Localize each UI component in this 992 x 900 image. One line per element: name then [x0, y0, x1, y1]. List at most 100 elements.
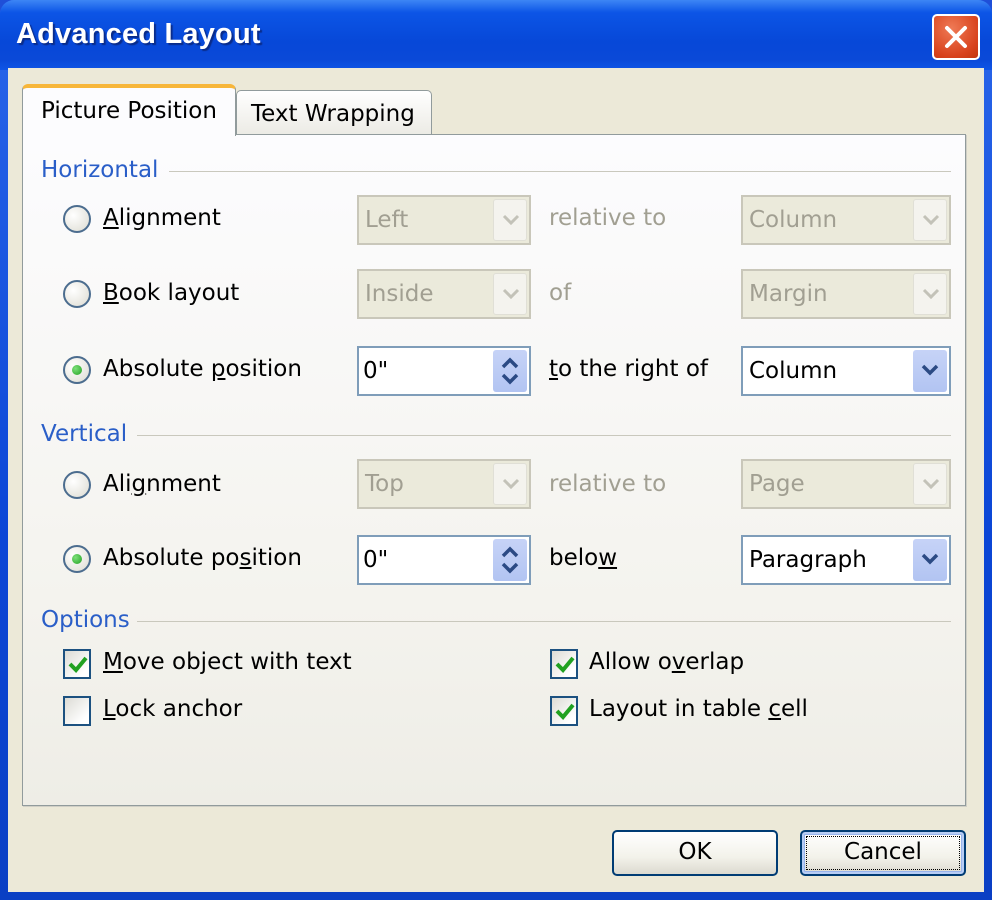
chevron-down-icon — [502, 214, 520, 226]
horizontal-alignment-connector: relative to — [549, 205, 667, 231]
book-layout-label[interactable]: Book layout — [103, 280, 239, 306]
horizontal-alignment-select[interactable]: Left — [357, 195, 531, 245]
select-value: Margin — [749, 281, 828, 307]
spinner-value: 0" — [363, 358, 389, 384]
vertical-alignment-select[interactable]: Top — [357, 459, 531, 509]
label-rest: ition — [251, 545, 302, 571]
mnemonic: p — [210, 356, 226, 382]
vertical-absolute-position-radio[interactable] — [63, 545, 91, 573]
dropdown-button[interactable] — [913, 463, 947, 505]
allow-overlap-checkbox[interactable] — [550, 649, 578, 679]
horizontal-absolute-position-label[interactable]: Absolute position — [103, 356, 302, 382]
vertical-absolute-position-label[interactable]: Absolute position — [103, 545, 302, 571]
horizontal-alignment-relative-select[interactable]: Column — [741, 195, 951, 245]
close-button[interactable] — [932, 14, 980, 60]
tab-picture-position[interactable]: Picture Position — [22, 84, 236, 136]
focus-rect — [806, 836, 960, 870]
select-value: Page — [749, 471, 805, 497]
book-layout-connector: of — [549, 280, 572, 306]
select-value: Column — [749, 358, 838, 384]
dropdown-button[interactable] — [493, 463, 527, 505]
cancel-button[interactable]: Cancel — [800, 830, 966, 876]
vertical-divider — [137, 435, 951, 436]
vertical-alignment-label[interactable]: Alignment — [103, 471, 221, 497]
label-rest: o the right of — [558, 356, 708, 382]
tab-text-wrapping[interactable]: Text Wrapping — [236, 90, 432, 134]
mnemonic: L — [103, 696, 116, 722]
dropdown-button[interactable] — [913, 199, 947, 241]
chevron-down-icon — [502, 478, 520, 490]
move-object-with-text-label[interactable]: Move object with text — [103, 649, 352, 675]
vertical-group-label: Vertical — [41, 421, 128, 447]
chevron-down-icon — [921, 553, 939, 565]
spinner-value: 0" — [363, 547, 389, 573]
up-down-arrows-icon — [501, 357, 519, 385]
select-value: Top — [365, 471, 404, 497]
checkmark-icon — [555, 656, 575, 673]
horizontal-divider — [169, 171, 951, 172]
spinner-buttons[interactable] — [493, 539, 527, 581]
vertical-below-select[interactable]: Paragraph — [741, 535, 951, 585]
mnemonic: t — [549, 356, 559, 382]
mnemonic: B — [103, 280, 119, 306]
vertical-alignment-relative-select[interactable]: Page — [741, 459, 951, 509]
horizontal-group-label: Horizontal — [41, 157, 159, 183]
horizontal-to-right-of-select[interactable]: Column — [741, 346, 951, 396]
dropdown-button[interactable] — [913, 273, 947, 315]
chevron-down-icon — [922, 214, 940, 226]
spinner-buttons[interactable] — [493, 350, 527, 392]
label-rest: ove object with text — [122, 649, 352, 675]
horizontal-alignment-radio[interactable] — [63, 205, 91, 233]
options-group-label: Options — [41, 607, 130, 633]
select-value: Column — [749, 207, 838, 233]
mnemonic: A — [103, 205, 119, 231]
move-object-with-text-checkbox[interactable] — [63, 649, 91, 679]
mnemonic: w — [598, 545, 618, 571]
select-value: Inside — [365, 281, 434, 307]
book-layout-radio[interactable] — [63, 280, 91, 308]
layout-in-table-cell-label[interactable]: Layout in table cell — [589, 696, 808, 722]
mnemonic: s — [239, 545, 252, 571]
book-layout-of-select[interactable]: Margin — [741, 269, 951, 319]
mnemonic: M — [103, 649, 123, 675]
label-pre: Ali — [103, 471, 132, 497]
vertical-alignment-radio[interactable] — [63, 471, 91, 499]
horizontal-position-spinner[interactable]: 0" — [357, 346, 531, 396]
label-rest: ell — [781, 696, 808, 722]
label-rest: nment — [146, 471, 221, 497]
horizontal-absolute-position-radio[interactable] — [63, 356, 91, 384]
title-bar[interactable]: Advanced Layout — [0, 0, 992, 70]
options-divider — [137, 621, 951, 622]
up-down-arrows-icon — [501, 546, 519, 574]
vertical-alignment-connector: relative to — [549, 471, 667, 497]
horizontal-absolute-connector: to the right of — [549, 356, 708, 382]
lock-anchor-checkbox[interactable] — [63, 696, 91, 726]
chevron-down-icon — [921, 364, 939, 376]
dropdown-button[interactable] — [913, 350, 947, 392]
label-pre: Allow o — [589, 649, 672, 675]
book-layout-select[interactable]: Inside — [357, 269, 531, 319]
vertical-position-spinner[interactable]: 0" — [357, 535, 531, 585]
checkmark-icon — [555, 703, 575, 720]
mnemonic: c — [768, 696, 781, 722]
dropdown-button[interactable] — [493, 199, 527, 241]
chevron-down-icon — [922, 478, 940, 490]
label-rest: osition — [225, 356, 302, 382]
tab-panel-picture-position: Horizontal Alignment Left relative to Co… — [22, 134, 966, 806]
vertical-absolute-connector: below — [549, 545, 617, 571]
lock-anchor-label[interactable]: Lock anchor — [103, 696, 242, 722]
dropdown-button[interactable] — [913, 539, 947, 581]
dropdown-button[interactable] — [493, 273, 527, 315]
chevron-down-icon — [922, 288, 940, 300]
label-rest: erlap — [685, 649, 745, 675]
label-rest: ock anchor — [115, 696, 243, 722]
dialog-title: Advanced Layout — [16, 18, 261, 50]
checkmark-icon — [68, 656, 88, 673]
label-pre: belo — [549, 545, 599, 571]
mnemonic: g — [131, 471, 147, 497]
ok-button[interactable]: OK — [612, 830, 778, 876]
horizontal-alignment-label[interactable]: Alignment — [103, 205, 221, 231]
layout-in-table-cell-checkbox[interactable] — [550, 696, 578, 726]
label-rest: lignment — [118, 205, 221, 231]
allow-overlap-label[interactable]: Allow overlap — [589, 649, 744, 675]
